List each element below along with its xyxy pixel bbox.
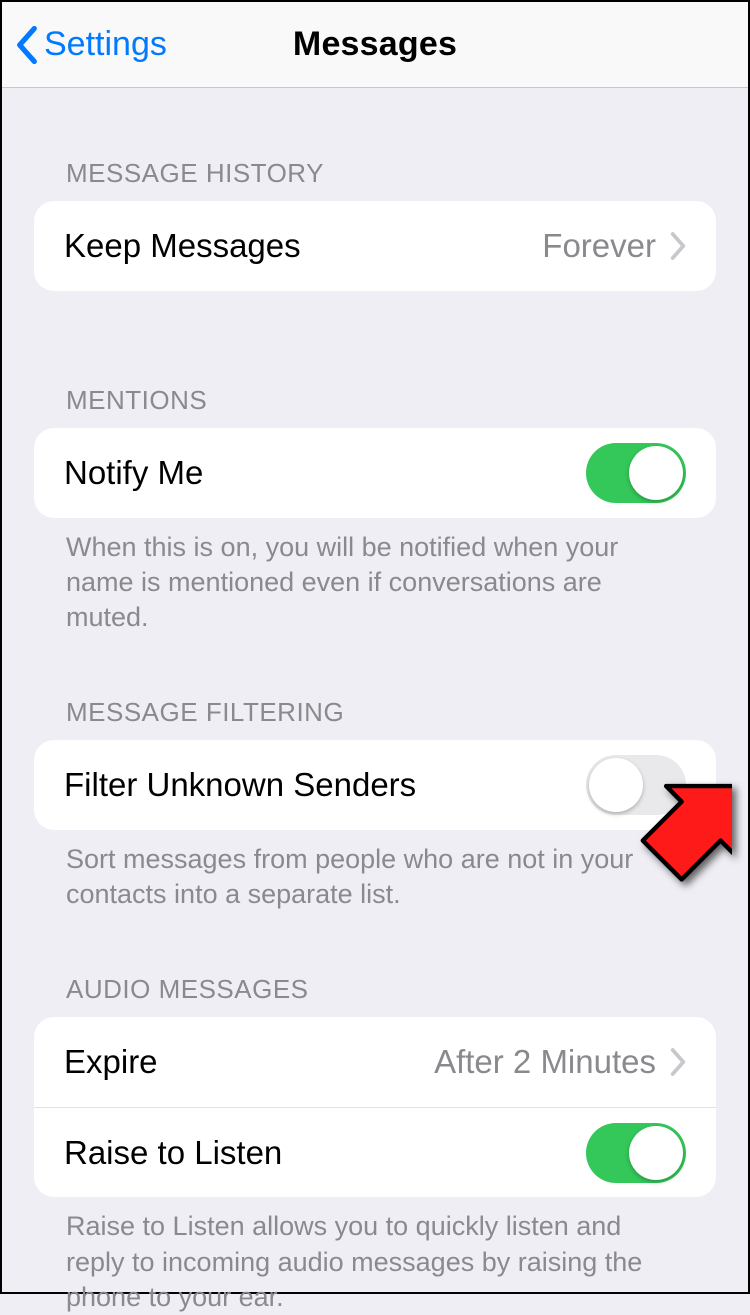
raise-toggle[interactable] bbox=[586, 1123, 686, 1183]
section-header-audio: AUDIO MESSAGES bbox=[34, 974, 716, 1017]
section-footer-filtering: Sort messages from people who are not in… bbox=[34, 830, 716, 912]
group-audio: Expire After 2 Minutes Raise to Listen bbox=[34, 1017, 716, 1197]
row-filter-unknown: Filter Unknown Senders bbox=[34, 740, 716, 830]
group-history: Keep Messages Forever bbox=[34, 201, 716, 291]
back-label: Settings bbox=[44, 25, 167, 64]
row-keep-messages[interactable]: Keep Messages Forever bbox=[34, 201, 716, 291]
back-button[interactable]: Settings bbox=[16, 2, 167, 87]
keep-messages-value: Forever bbox=[542, 227, 656, 265]
keep-messages-label: Keep Messages bbox=[64, 227, 301, 265]
page-title: Messages bbox=[293, 25, 457, 64]
navbar: Settings Messages bbox=[2, 2, 748, 88]
section-header-mentions: MENTIONS bbox=[34, 385, 716, 428]
section-footer-mentions: When this is on, you will be notified wh… bbox=[34, 518, 716, 635]
group-filtering: Filter Unknown Senders bbox=[34, 740, 716, 830]
section-header-history: MESSAGE HISTORY bbox=[34, 158, 716, 201]
section-header-filtering: MESSAGE FILTERING bbox=[34, 697, 716, 740]
group-mentions: Notify Me bbox=[34, 428, 716, 518]
expire-value: After 2 Minutes bbox=[434, 1043, 656, 1081]
row-expire[interactable]: Expire After 2 Minutes bbox=[34, 1017, 716, 1107]
chevron-left-icon bbox=[16, 26, 38, 64]
filter-unknown-toggle[interactable] bbox=[586, 755, 686, 815]
row-notify-me: Notify Me bbox=[34, 428, 716, 518]
chevron-right-icon bbox=[670, 232, 686, 260]
filter-unknown-label: Filter Unknown Senders bbox=[64, 766, 416, 804]
raise-label: Raise to Listen bbox=[64, 1134, 282, 1172]
notify-me-toggle[interactable] bbox=[586, 443, 686, 503]
chevron-right-icon bbox=[670, 1048, 686, 1076]
expire-label: Expire bbox=[64, 1043, 158, 1081]
row-raise-to-listen: Raise to Listen bbox=[34, 1107, 716, 1197]
section-footer-audio: Raise to Listen allows you to quickly li… bbox=[34, 1197, 716, 1314]
notify-me-label: Notify Me bbox=[64, 454, 203, 492]
